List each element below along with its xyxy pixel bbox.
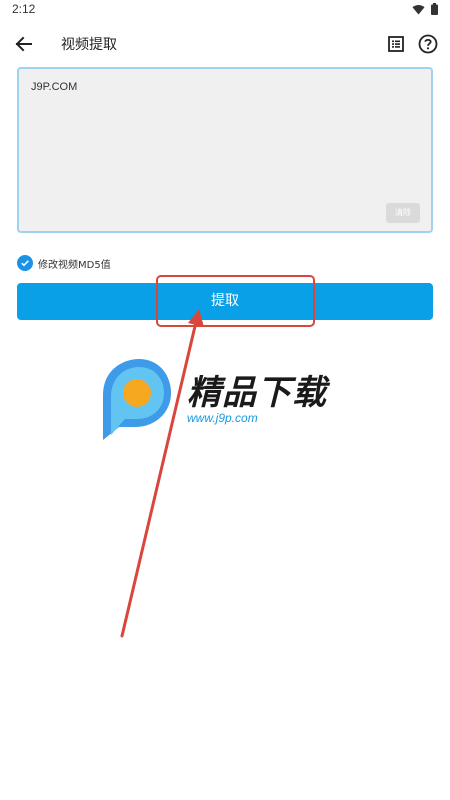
watermark: 精品下载 www.j9p.com	[95, 355, 365, 450]
extract-button[interactable]: 提取	[17, 283, 433, 320]
md5-checkbox-label: 修改视频MD5值	[38, 259, 111, 271]
md5-checkbox[interactable]	[17, 255, 33, 271]
list-icon	[388, 36, 404, 52]
watermark-url: www.j9p.com	[187, 411, 258, 425]
status-bar: 2:12	[0, 0, 450, 20]
md5-option[interactable]: 修改视频MD5值	[17, 254, 111, 272]
url-input[interactable]: J9P.COM 清除	[17, 67, 433, 233]
clear-button[interactable]: 清除	[386, 203, 420, 223]
check-icon	[21, 260, 29, 267]
status-icons	[412, 3, 438, 15]
help-icon	[418, 34, 438, 54]
help-button[interactable]	[417, 33, 439, 55]
wifi-icon	[412, 4, 425, 14]
url-input-value: J9P.COM	[31, 81, 78, 93]
battery-icon	[431, 3, 438, 15]
watermark-logo-icon	[103, 359, 171, 440]
page-title: 视频提取	[61, 37, 117, 53]
app-bar: 视频提取	[0, 24, 450, 64]
status-time: 2:12	[12, 2, 36, 16]
arrow-left-icon	[15, 36, 32, 52]
watermark-title: 精品下载	[187, 373, 327, 413]
history-list-button[interactable]	[385, 33, 407, 55]
back-button[interactable]	[12, 32, 36, 56]
